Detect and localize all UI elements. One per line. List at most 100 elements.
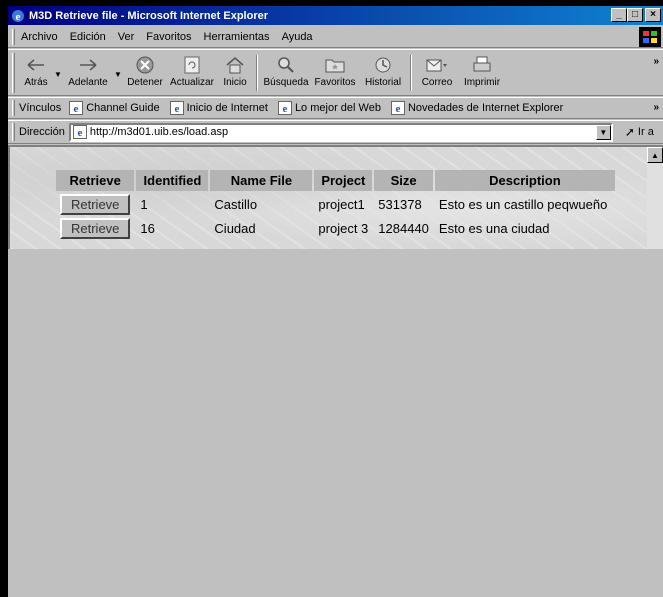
links-more-icon[interactable]: » (653, 102, 659, 113)
minimize-button[interactable]: _ (611, 8, 627, 22)
search-button[interactable]: Búsqueda (261, 50, 311, 95)
ie-page-icon: e (277, 101, 292, 115)
print-button[interactable]: Imprimir (459, 50, 505, 95)
back-arrow-icon (23, 54, 49, 76)
scroll-up-icon[interactable]: ▲ (647, 147, 663, 163)
maximize-button[interactable]: □ (627, 8, 643, 22)
addressbar-grip[interactable] (12, 123, 15, 141)
toolbar-grip[interactable] (12, 53, 15, 93)
mail-label: Correo (421, 77, 453, 88)
header-retrieve: Retrieve (56, 170, 135, 191)
go-label: Ir a (637, 126, 654, 138)
link-label: Novedades de Internet Explorer (407, 102, 564, 114)
stop-button[interactable]: Detener (123, 50, 167, 95)
links-label: Vínculos (19, 102, 62, 114)
forward-arrow-icon (75, 54, 101, 76)
link-lo-mejor-web[interactable]: e Lo mejor del Web (277, 101, 381, 115)
cell-size: 531378 (378, 196, 422, 212)
history-label: Historial (364, 77, 402, 88)
ie-page-icon: e (169, 101, 184, 115)
back-dropdown-icon[interactable]: ▼ (53, 50, 63, 79)
svg-text:e: e (282, 103, 287, 115)
retrieve-cell: Retrieve (56, 193, 134, 215)
favorites-folder-icon (322, 54, 348, 76)
mail-button[interactable]: Correo (415, 50, 459, 95)
ie-logo-icon: e (12, 9, 24, 23)
favorites-button[interactable]: Favoritos (311, 50, 359, 95)
cell-id: 1 (140, 196, 148, 212)
close-button[interactable]: × (645, 8, 661, 22)
vertical-scrollbar[interactable]: ▲ (647, 147, 663, 249)
svg-text:e: e (396, 103, 401, 115)
header-description: Description (434, 170, 615, 191)
table-row: Retrieve 1 Castillo project1 531378 Esto… (56, 193, 615, 215)
home-label: Inicio (223, 77, 247, 88)
address-input[interactable]: e http://m3d01.uib.es/load.asp ▼ (68, 122, 613, 142)
toolbar-more-icon[interactable]: » (653, 56, 659, 67)
link-label: Channel Guide (86, 102, 160, 114)
toolbar-separator (410, 55, 412, 91)
forward-button[interactable]: Adelante (63, 50, 113, 95)
retrieve-button[interactable]: Retrieve (60, 193, 131, 215)
go-button[interactable]: ➚ Ir a (625, 125, 654, 139)
back-label: Atrás (24, 77, 48, 88)
files-table: Retrieve Identified Name File Project Si… (54, 168, 617, 241)
forward-label: Adelante (68, 77, 108, 88)
link-inicio-internet[interactable]: e Inicio de Internet (169, 101, 268, 115)
forward-dropdown-icon[interactable]: ▼ (113, 50, 123, 79)
mail-icon (424, 54, 450, 76)
home-icon (222, 54, 248, 76)
address-url: http://m3d01.uib.es/load.asp (89, 126, 229, 138)
browser-window: e M3D Retrieve file - Microsoft Internet… (8, 6, 663, 597)
menu-favoritos[interactable]: Favoritos (146, 31, 191, 43)
stop-label: Detener (127, 77, 163, 88)
cell-id: 16 (140, 220, 155, 236)
menu-edicion[interactable]: Edición (70, 31, 106, 43)
links-bar: Vínculos e Channel Guide e Inicio de Int… (8, 97, 663, 119)
menubar-grip[interactable] (12, 28, 15, 45)
stop-icon (132, 54, 158, 76)
cell-name: Castillo (214, 196, 258, 212)
menu-ver[interactable]: Ver (118, 31, 135, 43)
ie-page-icon: e (390, 101, 405, 115)
cell-project: project1 (318, 196, 365, 212)
link-label: Inicio de Internet (186, 102, 268, 114)
link-label: Lo mejor del Web (294, 102, 381, 114)
header-size: Size (374, 170, 433, 191)
menu-archivo[interactable]: Archivo (21, 31, 58, 43)
menu-bar: Archivo Edición Ver Favoritos Herramient… (8, 26, 663, 48)
ie-page-icon: e (72, 125, 87, 139)
history-icon (370, 54, 396, 76)
history-button[interactable]: Historial (359, 50, 407, 95)
cell-description: Esto es un castillo peqwueño (438, 196, 608, 212)
svg-text:e: e (74, 103, 79, 115)
home-button[interactable]: Inicio (217, 50, 253, 95)
cell-size: 1284440 (378, 220, 429, 236)
toolbar-separator (256, 55, 258, 91)
link-novedades-ie[interactable]: e Novedades de Internet Explorer (390, 101, 564, 115)
ie-page-icon: e (69, 101, 84, 115)
address-dropdown-icon[interactable]: ▼ (595, 124, 611, 140)
favorites-label: Favoritos (314, 77, 356, 88)
retrieve-button[interactable]: Retrieve (60, 217, 131, 239)
cell-name: Ciudad (214, 220, 256, 236)
back-button[interactable]: Atrás (19, 50, 53, 95)
refresh-button[interactable]: Actualizar (167, 50, 217, 95)
search-label: Búsqueda (263, 77, 309, 88)
menu-ayuda[interactable]: Ayuda (282, 31, 313, 43)
link-channel-guide[interactable]: e Channel Guide (69, 101, 160, 115)
search-icon (273, 54, 299, 76)
title-bar[interactable]: e M3D Retrieve file - Microsoft Internet… (8, 6, 663, 25)
address-bar: Dirección e http://m3d01.uib.es/load.asp… (8, 120, 663, 144)
svg-text:e: e (174, 103, 179, 115)
menu-herramientas[interactable]: Herramientas (204, 31, 270, 43)
header-name-file: Name File (210, 170, 313, 191)
go-arrow-icon: ➚ (624, 125, 635, 139)
table-row: Retrieve 16 Ciudad project 3 1284440 Est… (56, 217, 615, 239)
refresh-icon (179, 54, 205, 76)
retrieve-cell: Retrieve (56, 217, 134, 239)
standard-toolbar: Atrás ▼ Adelante ▼ Detener Actualizar In… (8, 49, 663, 96)
print-label: Imprimir (463, 77, 501, 88)
linksbar-grip[interactable] (12, 100, 15, 116)
printer-icon (469, 54, 495, 76)
